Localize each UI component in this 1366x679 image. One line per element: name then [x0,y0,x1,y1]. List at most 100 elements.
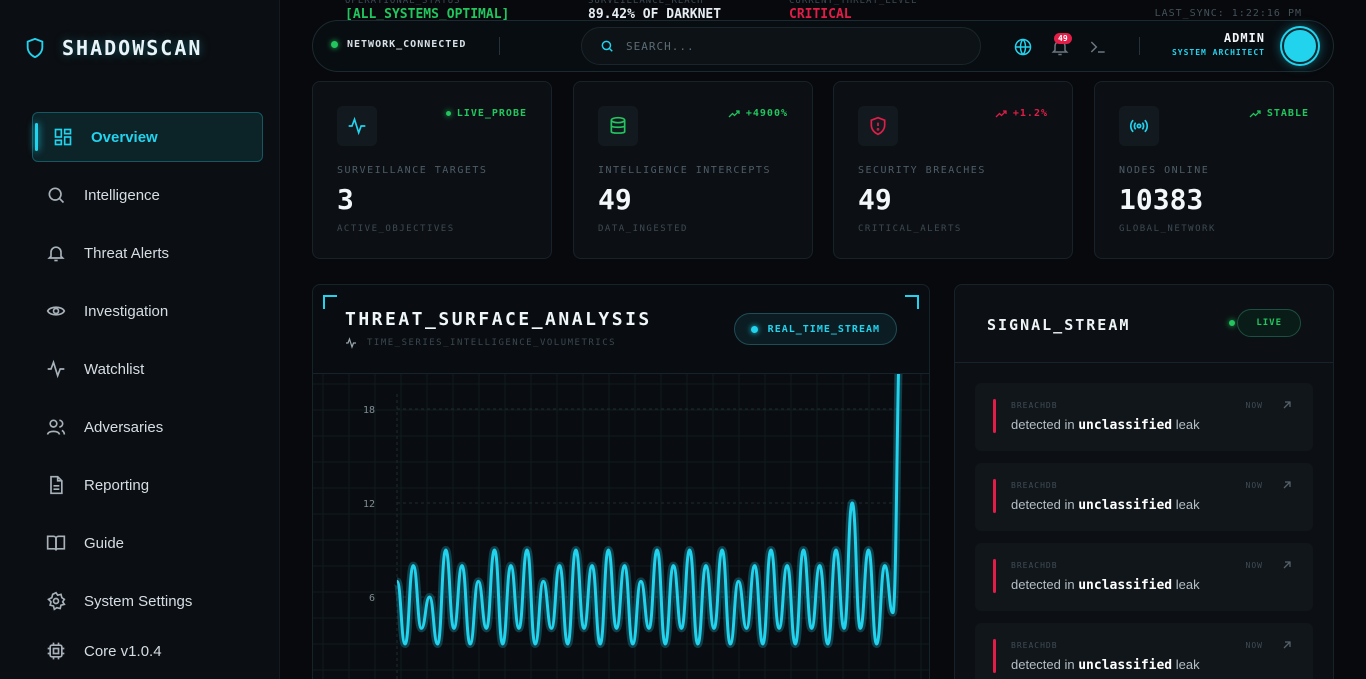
sidebar-item-label: Threat Alerts [84,244,170,262]
sidebar-item-label: Intelligence [84,186,160,204]
search-icon [601,40,613,52]
sidebar-item-adversaries[interactable]: Adversaries [32,402,263,452]
sidebar-item-core-version: Core v1.0.4 [32,634,263,668]
ticker-value: [ALL_SYSTEMS_OPTIMAL] [345,7,510,20]
sidebar-nav: Overview Intelligence Threat Alerts Inve… [32,112,263,676]
top-header: NETWORK_CONNECTED 49 ADMIN SYSTEM ARCHIT… [312,20,1334,72]
sidebar-item-intelligence[interactable]: Intelligence [32,170,263,220]
sidebar-item-overview[interactable]: Overview [32,112,263,162]
network-status: NETWORK_CONNECTED [331,39,466,50]
signal-item[interactable]: BREACHDB NOW detected in unclassified le… [975,543,1313,611]
stat-value: 49 [858,183,892,216]
stat-value: 49 [598,183,632,216]
brand[interactable]: SHADOWSCAN [24,36,202,60]
ticker-key: OPERATIONAL_STATUS [345,0,461,6]
signal-message-pre: detected in [1011,657,1079,672]
signal-time: NOW [1245,641,1263,650]
gear-icon [47,591,66,611]
chart-title: THREAT_SURFACE_ANALYSIS [345,309,652,330]
stat-sub: GLOBAL_NETWORK [1119,224,1216,234]
stat-trend: STABLE [1249,108,1309,119]
avatar[interactable] [1282,28,1318,64]
stat-label: INTELLIGENCE INTERCEPTS [598,165,771,176]
sidebar-item-label: Watchlist [84,360,145,378]
signal-message-highlight: unclassified [1078,578,1173,593]
trend-up-icon [1249,109,1261,117]
stat-trend-label: LIVE_PROBE [456,108,527,119]
signal-message-post: leak [1172,577,1200,592]
signal-time: NOW [1245,561,1263,570]
signal-stream-title: SIGNAL_STREAM [987,316,1131,334]
signal-message-pre: detected in [1011,417,1079,432]
bell-icon [47,246,65,262]
sidebar-item-system-settings[interactable]: System Settings [32,576,263,626]
trend-up-icon [728,109,740,117]
signal-item[interactable]: BREACHDB NOW detected in unclassified le… [975,383,1313,451]
sidebar-item-label: Overview [91,128,158,146]
external-link-icon[interactable] [1281,639,1293,651]
stat-label: SECURITY BREACHES [858,165,986,176]
stat-card-nodes-online: STABLE NODES ONLINE 10383 GLOBAL_NETWORK [1094,81,1334,259]
divider [1139,37,1140,55]
sidebar-item-guide[interactable]: Guide [32,518,263,568]
live-dot [445,111,451,116]
y-tick-label: 12 [363,499,375,510]
corner-bracket [905,295,919,309]
grid-icon [54,128,72,146]
signal-message-post: leak [1172,657,1200,672]
threat-chart-panel: THREAT_SURFACE_ANALYSIS TIME_SERIES_INTE… [312,284,930,679]
stat-trend-label: STABLE [1266,108,1309,119]
globe-icon[interactable] [1013,37,1033,57]
trend-up-icon [995,109,1007,117]
sidebar-item-label: Core v1.0.4 [84,642,162,660]
terminal-icon[interactable] [1088,37,1108,57]
activity-icon [47,359,65,379]
status-ticker: OPERATIONAL_STATUS [ALL_SYSTEMS_OPTIMAL]… [312,0,1334,20]
sidebar-item-label: Investigation [84,302,169,320]
sidebar-item-reporting[interactable]: Reporting [32,460,263,510]
stat-card-security-breaches: +1.2% SECURITY BREACHES 49 CRITICAL_ALER… [833,81,1073,259]
file-icon [50,475,63,495]
real-time-stream-button[interactable]: REAL_TIME_STREAM [733,313,897,345]
book-icon [46,535,66,551]
severity-bar [993,399,996,433]
ticker-key: SURVEILLANCE_REACH [588,0,704,6]
stat-card-surveillance-targets: LIVE_PROBE SURVEILLANCE TARGETS 3 ACTIVE… [312,81,552,259]
sidebar-item-investigation[interactable]: Investigation [32,286,263,336]
external-link-icon[interactable] [1281,399,1293,411]
sidebar-item-threat-alerts[interactable]: Threat Alerts [32,228,263,278]
signal-message-post: leak [1172,417,1200,432]
search-input[interactable] [626,39,946,53]
ticker-item: CURRENT_THREAT_LEVEL CRITICAL [789,0,917,20]
signal-message: detected in unclassified leak [1011,657,1200,673]
sidebar-item-watchlist[interactable]: Watchlist [32,344,263,394]
y-tick-label: 6 [369,593,375,604]
sidebar-item-label: System Settings [84,592,193,610]
chip-icon [47,642,65,660]
user-role: SYSTEM ARCHITECT [1171,48,1265,57]
signal-item[interactable]: BREACHDB NOW detected in unclassified le… [975,623,1313,679]
stat-icon-box [858,106,898,146]
search-box[interactable] [581,27,981,65]
stream-dot [750,325,758,333]
stat-trend: +1.2% [995,108,1048,119]
signal-time: NOW [1245,481,1263,490]
external-link-icon[interactable] [1281,479,1293,491]
last-sync: LAST_SYNC: 1:22:16 PM [1154,8,1302,19]
severity-bar [993,639,996,673]
external-link-icon[interactable] [1281,559,1293,571]
y-tick-label: 18 [363,405,375,416]
stat-icon-box [598,106,638,146]
ticker-value: 89.42% OF DARKNET [588,7,722,20]
signal-message: detected in unclassified leak [1011,417,1200,433]
stat-value: 10383 [1119,183,1204,216]
signal-item[interactable]: BREACHDB NOW detected in unclassified le… [975,463,1313,531]
stat-label: NODES ONLINE [1119,165,1210,176]
signal-source: BREACHDB [1011,481,1058,490]
signal-stream-panel: SIGNAL_STREAM LIVE BREACHDB NOW detected… [954,284,1334,679]
stat-icon-box [337,106,377,146]
signal-message-highlight: unclassified [1078,418,1173,433]
signal-message-highlight: unclassified [1078,498,1173,513]
brand-name: SHADOWSCAN [62,36,203,60]
user-info[interactable]: ADMIN SYSTEM ARCHITECT [1172,31,1265,57]
